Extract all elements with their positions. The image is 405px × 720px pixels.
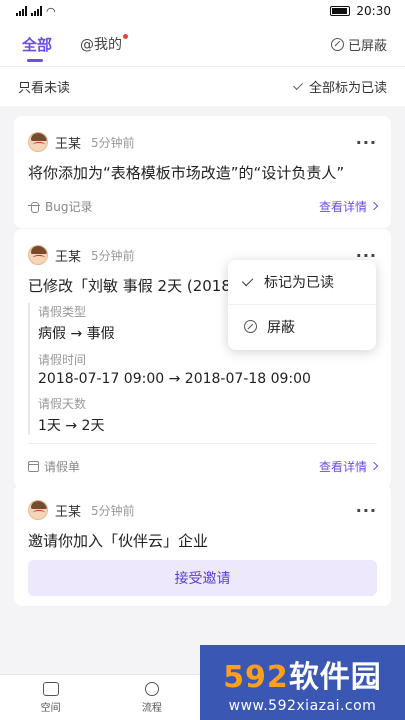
tab-all[interactable]: 全部	[22, 22, 52, 66]
check-icon	[241, 274, 254, 287]
mark-as-read-menu-item[interactable]: 标记为已读	[228, 260, 376, 304]
status-time: 20:30	[356, 4, 391, 18]
notification-title: 邀请你加入「伙伴云」企业	[28, 532, 209, 550]
signal-icon	[31, 6, 42, 16]
check-icon	[293, 80, 304, 91]
status-bar: ◠ 20:30	[0, 0, 405, 22]
avatar[interactable]	[28, 132, 48, 152]
filter-bar: 只看未读 全部标为已读	[0, 66, 405, 106]
wifi-icon: ◠	[46, 4, 56, 18]
detail-label: 请假天数	[38, 397, 87, 411]
blocked-list-button[interactable]: 已屏蔽	[330, 35, 387, 54]
detail-value: 2018-07-17 09:00 → 2018-07-18 09:00	[38, 371, 311, 387]
unread-dot	[123, 34, 129, 39]
sender-name: 王某	[55, 504, 82, 520]
source-tag: 请假单	[28, 458, 80, 475]
block-menu-item[interactable]: 屏蔽	[228, 304, 376, 348]
detail-value: 1天 → 2天	[38, 418, 105, 434]
calendar-icon	[28, 460, 39, 472]
mark-all-read-button[interactable]: 全部标为已读	[293, 77, 387, 96]
chevron-right-icon	[369, 201, 379, 211]
tab-mentions[interactable]: @我的	[80, 22, 129, 66]
more-options-button[interactable]: ···	[356, 133, 377, 152]
avatar[interactable]	[28, 245, 48, 265]
watermark-brand: 592软件园	[223, 659, 382, 695]
view-details-link[interactable]: 查看详情	[319, 198, 379, 215]
notification-card[interactable]: 王某 5分钟前 ··· 邀请你加入「伙伴云」企业 接受邀请	[14, 484, 391, 606]
unread-only-toggle[interactable]: 只看未读	[18, 77, 70, 96]
notification-card[interactable]: 王某 5分钟前 ··· 将你添加为“表格模板市场改造”的“设计负责人” Bug记…	[14, 116, 391, 228]
card-options-menu: 标记为已读 屏蔽	[228, 260, 376, 350]
nav-item-space[interactable]: 空间	[0, 675, 101, 720]
top-tab-bar: 全部 @我的 已屏蔽	[0, 22, 405, 66]
space-icon	[42, 681, 59, 696]
signal-indicators: ◠	[16, 5, 56, 18]
accept-invite-button[interactable]: 接受邀请	[28, 560, 377, 596]
sender-name: 王某	[55, 136, 82, 152]
timestamp: 5分钟前	[91, 248, 135, 263]
nav-item-flow[interactable]: 流程	[101, 675, 202, 720]
block-icon	[244, 320, 257, 333]
source-tag: Bug记录	[28, 198, 92, 215]
timestamp: 5分钟前	[91, 135, 135, 150]
notification-title: 将你添加为“表格模板市场改造”的“设计负责人”	[28, 164, 345, 182]
block-icon	[330, 37, 344, 51]
avatar[interactable]	[28, 500, 48, 520]
detail-label: 请假时间	[38, 353, 87, 367]
watermark-url: www.592xiazai.com	[228, 697, 377, 714]
timestamp: 5分钟前	[91, 503, 135, 518]
view-details-link[interactable]: 查看详情	[319, 458, 379, 475]
more-options-button[interactable]: ···	[356, 501, 377, 520]
signal-icon	[16, 6, 27, 16]
sender-name: 王某	[55, 249, 82, 265]
bug-icon	[28, 200, 40, 213]
chevron-right-icon	[369, 461, 379, 471]
watermark: 592软件园 www.592xiazai.com	[200, 645, 405, 720]
battery-icon	[330, 6, 351, 16]
flow-icon	[144, 681, 159, 696]
